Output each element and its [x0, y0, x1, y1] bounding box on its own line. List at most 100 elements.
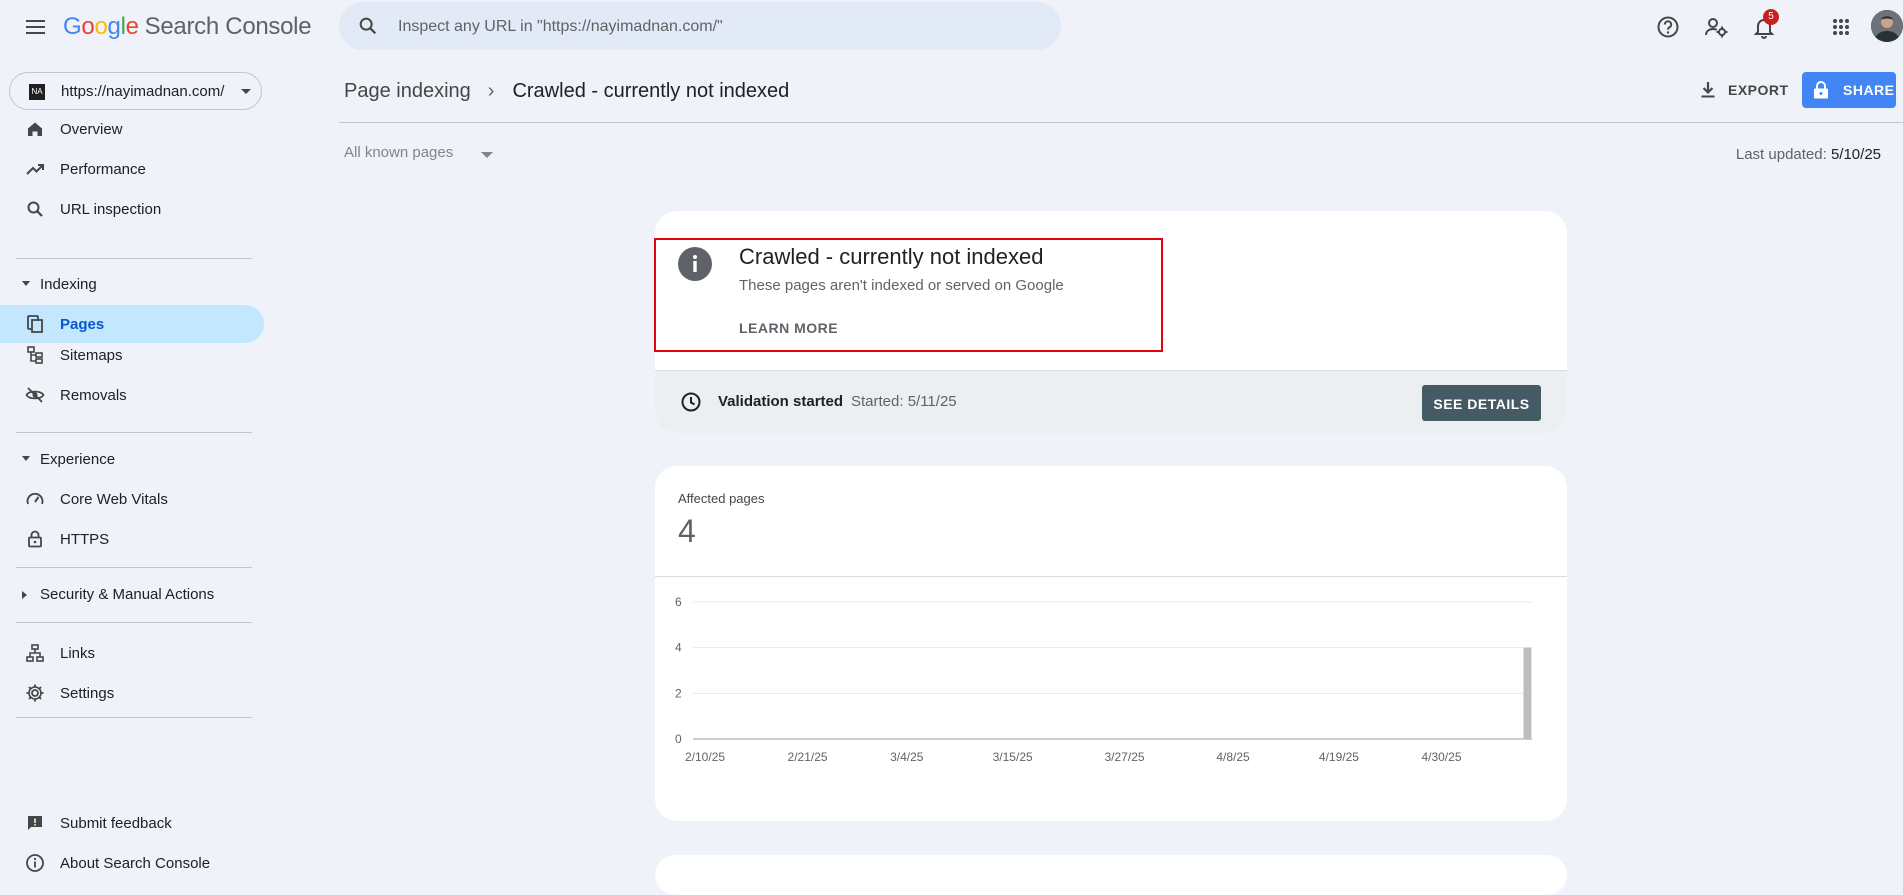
clock-icon [680, 391, 702, 413]
header-divider [339, 122, 1903, 123]
sidebar-divider [16, 432, 252, 433]
sidebar-item-links[interactable]: Links [0, 634, 264, 672]
sidebar-item-label: Settings [60, 685, 115, 702]
gear-icon [25, 683, 45, 703]
expand-more-icon [21, 590, 29, 600]
sidebar-item-overview[interactable]: Overview [0, 110, 264, 148]
y-tick-label: 6 [675, 595, 682, 609]
sidebar-divider [16, 622, 252, 623]
x-tick-label: 2/21/25 [788, 750, 828, 764]
sidebar-item-url-inspection[interactable]: URL inspection [0, 190, 264, 228]
filter-selected-value: All known pages [344, 144, 454, 161]
chart-bar [1523, 647, 1532, 739]
y-tick-label: 4 [675, 641, 682, 655]
export-button[interactable]: EXPORT [1698, 74, 1789, 106]
notification-count-badge: 5 [1763, 9, 1779, 25]
breadcrumb: Page indexing › Crawled - currently not in… [344, 80, 789, 103]
property-favicon: NA [29, 84, 45, 100]
sidebar-divider [16, 567, 252, 568]
search-input[interactable] [396, 14, 1040, 40]
lock-icon [1812, 80, 1830, 100]
help-icon[interactable] [1654, 13, 1682, 41]
section-indexing[interactable]: Indexing [0, 269, 264, 299]
search-icon [357, 15, 379, 37]
pages-filter-dropdown[interactable]: All known pages [344, 144, 494, 168]
sidebar-item-label: About Search Console [60, 855, 211, 872]
examples-card [655, 855, 1567, 895]
info-outline-icon [25, 853, 45, 873]
last-updated-date: 5/10/25 [1830, 146, 1881, 163]
download-icon [1698, 80, 1718, 100]
pages-icon [25, 314, 45, 334]
share-button[interactable]: SHARE [1802, 72, 1896, 108]
sidebar-item-core-web-vitals[interactable]: Core Web Vitals [0, 480, 264, 518]
sidebar: NA https://nayimadnan.com/ Overview Perf… [0, 54, 270, 872]
google-wordmark: Google [63, 13, 139, 40]
x-tick-label: 4/19/25 [1319, 750, 1359, 764]
highlight-annotation-box [654, 238, 1163, 352]
affected-pages-card: Affected pages 4 0 2 4 6 2/10/25 2/21/25 3/4/2… [655, 466, 1567, 821]
x-tick-label: 4/30/25 [1421, 750, 1461, 764]
y-tick-label: 0 [675, 732, 682, 746]
section-label: Experience [40, 451, 116, 468]
breadcrumb-parent-link[interactable]: Page indexing [344, 80, 471, 102]
url-inspection-search[interactable] [339, 2, 1061, 50]
section-label: Indexing [40, 276, 97, 293]
property-url: https://nayimadnan.com/ [61, 83, 225, 100]
sidebar-item-label: Submit feedback [60, 815, 172, 832]
expand-less-icon [21, 280, 31, 288]
top-app-bar: GoogleSearch Console 5 [0, 0, 1903, 54]
x-tick-label: 4/8/25 [1216, 750, 1250, 764]
product-name: Search Console [144, 13, 312, 40]
section-label: Security & Manual Actions [40, 586, 215, 603]
visibility-off-icon [25, 385, 45, 405]
apps-grid-icon[interactable] [1827, 13, 1855, 41]
lock-icon [25, 529, 45, 549]
export-label: EXPORT [1728, 82, 1789, 98]
sidebar-item-about[interactable]: About Search Console [0, 844, 264, 882]
sidebar-item-label: Sitemaps [60, 347, 123, 364]
links-icon [25, 643, 45, 663]
trending-up-icon [25, 159, 45, 179]
last-updated-label: Last updated: [1735, 146, 1827, 163]
affected-pages-label: Affected pages [678, 491, 765, 506]
validation-started-date: Started: 5/11/25 [851, 393, 957, 410]
affected-pages-chart: 0 2 4 6 2/10/25 2/21/25 3/4/25 3/15/25 3/27/25 4/… [675, 595, 1532, 764]
section-security-manual-actions[interactable]: Security & Manual Actions [0, 579, 264, 609]
section-experience[interactable]: Experience [0, 444, 264, 474]
sidebar-item-performance[interactable]: Performance [0, 150, 264, 188]
dropdown-caret-icon [481, 152, 493, 158]
see-details-button[interactable]: SEE DETAILS [1422, 385, 1541, 421]
sidebar-item-settings[interactable]: Settings [0, 674, 264, 712]
sidebar-item-removals[interactable]: Removals [0, 376, 264, 414]
validation-status-bar: Validation started Started: 5/11/25 SEE … [655, 370, 1567, 433]
account-avatar[interactable] [1871, 10, 1903, 42]
sidebar-item-label: Overview [60, 121, 123, 138]
sidebar-item-label: Performance [60, 161, 146, 178]
sidebar-item-submit-feedback[interactable]: Submit feedback [0, 804, 264, 842]
y-tick-label: 2 [675, 686, 682, 700]
speed-icon [25, 489, 45, 509]
user-settings-icon[interactable] [1702, 13, 1730, 41]
search-console-logo[interactable]: Google Search Console [63, 13, 312, 41]
x-tick-label: 3/15/25 [993, 750, 1033, 764]
affected-pages-count: 4 [678, 513, 696, 549]
expand-less-icon [21, 455, 31, 463]
sidebar-item-label: Pages [60, 316, 105, 333]
x-tick-label: 3/27/25 [1105, 750, 1145, 764]
x-tick-label: 3/4/25 [890, 750, 924, 764]
sidebar-item-https[interactable]: HTTPS [0, 520, 264, 558]
main-menu-icon[interactable] [22, 14, 50, 40]
search-icon [25, 199, 45, 219]
feedback-icon [25, 813, 45, 833]
validation-status: Validation started [718, 393, 844, 410]
dropdown-caret-icon [241, 89, 251, 94]
sidebar-divider [16, 717, 252, 718]
sidebar-item-sitemaps[interactable]: Sitemaps [0, 336, 264, 374]
sidebar-item-label: HTTPS [60, 531, 110, 548]
x-tick-label: 2/10/25 [685, 750, 725, 764]
chevron-right-icon: › [487, 80, 495, 102]
home-icon [25, 119, 45, 139]
property-selector[interactable]: NA https://nayimadnan.com/ [9, 72, 262, 110]
share-label: SHARE [1843, 82, 1895, 98]
